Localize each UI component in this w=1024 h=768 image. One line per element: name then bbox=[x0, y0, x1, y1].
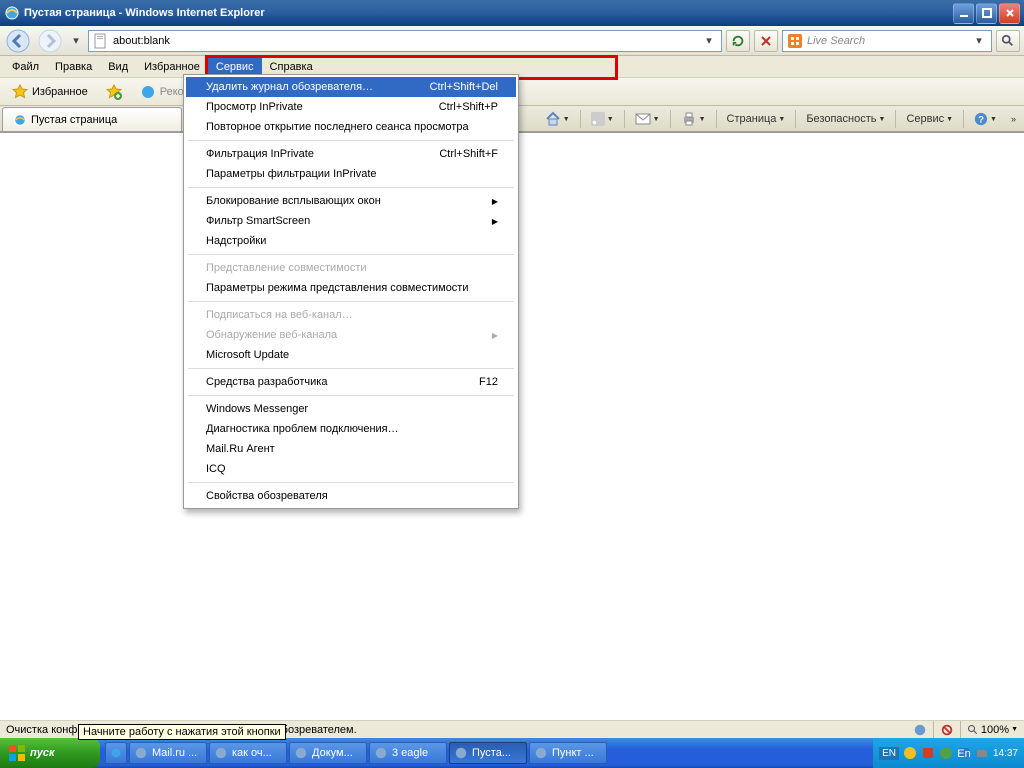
menu-item[interactable]: Средства разработчикаF12 bbox=[186, 372, 516, 392]
star-icon bbox=[12, 84, 28, 100]
zoom-value: 100% bbox=[981, 724, 1009, 736]
start-tooltip: Начните работу с нажатия этой кнопки bbox=[78, 724, 286, 740]
tray-icon-4[interactable]: En bbox=[957, 746, 971, 760]
tray-icon-3[interactable] bbox=[939, 746, 953, 760]
menu-файл[interactable]: Файл bbox=[4, 56, 47, 77]
taskbar-item[interactable]: как оч... bbox=[209, 742, 287, 764]
svg-text:?: ? bbox=[978, 115, 984, 126]
menu-item[interactable]: Блокирование всплывающих окон bbox=[186, 191, 516, 211]
menu-item[interactable]: Фильтрация InPrivateCtrl+Shift+F bbox=[186, 144, 516, 164]
menu-вид[interactable]: Вид bbox=[100, 56, 136, 77]
maximize-button[interactable] bbox=[976, 3, 997, 24]
close-button[interactable] bbox=[999, 3, 1020, 24]
ie-small-icon bbox=[140, 84, 156, 100]
chevron-down-icon: ▼ bbox=[563, 116, 570, 123]
refresh-button[interactable] bbox=[726, 30, 750, 52]
minimize-button[interactable] bbox=[953, 3, 974, 24]
taskbar-item[interactable]: Пункт ... bbox=[529, 742, 607, 764]
mail-button[interactable]: ▼ bbox=[631, 112, 664, 126]
star-add-icon bbox=[106, 84, 122, 100]
menu-item[interactable]: Удалить журнал обозревателя…Ctrl+Shift+D… bbox=[186, 77, 516, 97]
menu-item[interactable]: Microsoft Update bbox=[186, 345, 516, 365]
svg-text:En: En bbox=[957, 748, 970, 760]
menu-item[interactable]: Windows Messenger bbox=[186, 399, 516, 419]
page-menu[interactable]: Страница ▼ bbox=[723, 113, 790, 125]
tab-page-icon bbox=[13, 113, 27, 127]
protected-mode-icon bbox=[940, 723, 954, 737]
start-label: пуск bbox=[30, 747, 55, 759]
back-button[interactable] bbox=[4, 28, 32, 54]
menu-item: Обнаружение веб-канала bbox=[186, 325, 516, 345]
add-favorite-button[interactable] bbox=[100, 82, 128, 102]
menu-item[interactable]: Фильтр SmartScreen bbox=[186, 211, 516, 231]
tray-icon-5[interactable] bbox=[975, 746, 989, 760]
start-button[interactable]: пуск bbox=[0, 738, 100, 768]
menu-item[interactable]: Диагностика проблем подключения… bbox=[186, 419, 516, 439]
safety-menu[interactable]: Безопасность ▼ bbox=[802, 113, 889, 125]
expand-toolbar[interactable]: » bbox=[1007, 114, 1020, 124]
menu-правка[interactable]: Правка bbox=[47, 56, 100, 77]
status-text-right: обозревателем. bbox=[276, 724, 357, 736]
print-button[interactable]: ▼ bbox=[677, 111, 710, 127]
live-search-icon bbox=[787, 33, 803, 49]
forward-button[interactable] bbox=[36, 28, 64, 54]
taskbar-item[interactable]: Докум... bbox=[289, 742, 367, 764]
search-go-button[interactable] bbox=[996, 30, 1020, 52]
address-input[interactable] bbox=[113, 32, 701, 50]
favorites-label: Избранное bbox=[32, 86, 88, 98]
clock[interactable]: 14:37 bbox=[993, 748, 1018, 759]
menu-item[interactable]: Свойства обозревателя bbox=[186, 486, 516, 506]
tray-icon-2[interactable] bbox=[921, 746, 935, 760]
taskbar-item[interactable]: Mail.ru ... bbox=[129, 742, 207, 764]
page-icon bbox=[93, 33, 109, 49]
favorites-button[interactable]: Избранное bbox=[6, 82, 94, 102]
home-button[interactable]: ▼ bbox=[541, 111, 574, 127]
stop-button[interactable] bbox=[754, 30, 778, 52]
language-indicator[interactable]: EN bbox=[879, 747, 899, 760]
menu-item[interactable]: Параметры режима представления совместим… bbox=[186, 278, 516, 298]
quick-launch[interactable] bbox=[105, 742, 127, 764]
ie-icon bbox=[4, 5, 20, 21]
feeds-button[interactable]: ▼ bbox=[587, 112, 618, 126]
menu-item[interactable]: Надстройки bbox=[186, 231, 516, 251]
taskbar-item[interactable]: 3 eagle bbox=[369, 742, 447, 764]
browser-tab[interactable]: Пустая страница bbox=[2, 107, 182, 131]
search-dropdown[interactable]: ▾ bbox=[971, 34, 987, 47]
search-box[interactable]: Live Search ▾ bbox=[782, 30, 992, 52]
menu-item[interactable]: ICQ bbox=[186, 459, 516, 479]
nav-history-dropdown[interactable]: ▾ bbox=[68, 34, 84, 47]
tab-title: Пустая страница bbox=[31, 114, 117, 126]
menu-item: Представление совместимости bbox=[186, 258, 516, 278]
menu-item: Подписаться на веб-канал… bbox=[186, 305, 516, 325]
menu-item[interactable]: Параметры фильтрации InPrivate bbox=[186, 164, 516, 184]
search-placeholder: Live Search bbox=[807, 35, 865, 47]
menu-item[interactable]: Повторное открытие последнего сеанса про… bbox=[186, 117, 516, 137]
menu-item[interactable]: Mail.Ru Агент bbox=[186, 439, 516, 459]
menu-item[interactable]: Просмотр InPrivateCtrl+Shift+P bbox=[186, 97, 516, 117]
internet-zone-icon bbox=[913, 723, 927, 737]
window-title: Пустая страница - Windows Internet Explo… bbox=[24, 7, 953, 19]
zoom-control[interactable]: 100% ▼ bbox=[967, 724, 1018, 736]
tools-dropdown-menu: Удалить журнал обозревателя…Ctrl+Shift+D… bbox=[183, 74, 519, 509]
tray-icon-1[interactable] bbox=[903, 746, 917, 760]
help-button[interactable]: ?▼ bbox=[970, 112, 1001, 126]
status-text-left: Очистка конфи bbox=[6, 724, 84, 736]
tools-menu[interactable]: Сервис ▼ bbox=[902, 113, 957, 125]
address-dropdown[interactable]: ▾ bbox=[701, 34, 717, 47]
taskbar-item[interactable]: Пуста... bbox=[449, 742, 527, 764]
